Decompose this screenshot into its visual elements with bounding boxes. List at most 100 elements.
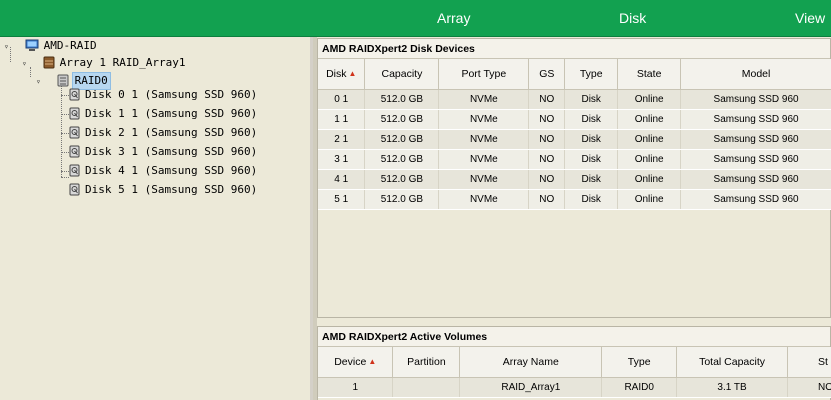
cell-gs: NO (528, 169, 566, 190)
table-row[interactable]: 4 1 512.0 GB NVMe NO Disk Online Samsung… (318, 169, 831, 190)
cell-model: Samsung SSD 960 (680, 89, 831, 110)
tree-node-disk[interactable]: Disk 5 1 (Samsung SSD 960) (69, 181, 259, 199)
sort-asc-icon: ▲ (368, 356, 377, 366)
tree-node-disk[interactable]: Disk 1 1 (Samsung SSD 960) (69, 105, 259, 123)
table-row[interactable]: 0 1 512.0 GB NVMe NO Disk Online Samsung… (318, 89, 831, 110)
collapse-icon[interactable]: ▿ (36, 77, 45, 86)
tree-disk-label: Disk 5 1 (Samsung SSD 960) (85, 183, 258, 196)
cell-state: Online (617, 89, 682, 110)
tree-connector (61, 152, 69, 153)
tree-node-root[interactable]: ▿ AMD-RAID (4, 37, 99, 55)
menu-view[interactable]: View (795, 0, 825, 37)
cell-type: Disk (564, 89, 619, 110)
column-header-label: Disk (326, 67, 347, 80)
cell-gs: NO (528, 109, 566, 130)
cell-type: Disk (564, 129, 619, 150)
column-header-array-name[interactable]: Array Name (459, 347, 603, 378)
cell-state: Online (617, 129, 682, 150)
cell-capacity: 512.0 GB (364, 109, 440, 130)
disk-devices-panel: AMD RAIDXpert2 Disk Devices Disk ▲ Capaci… (317, 38, 831, 318)
cell-model: Samsung SSD 960 (680, 189, 831, 210)
table-row[interactable]: 3 1 512.0 GB NVMe NO Disk Online Samsung… (318, 149, 831, 170)
tree-node-array[interactable]: ▿ Array 1 RAID_Array1 (22, 54, 187, 72)
cell-type: Disk (564, 169, 619, 190)
tree-root-label: AMD-RAID (43, 39, 97, 52)
column-header-partition[interactable]: Partition (392, 347, 461, 378)
tree-connector (61, 171, 69, 172)
column-header-type[interactable]: Type (564, 59, 619, 90)
cell-total-capacity: 3.1 TB (676, 377, 788, 398)
column-header-label: Device (334, 355, 367, 368)
table-header-row: Disk ▲ Capacity Port Type GS Type State M… (318, 59, 831, 90)
column-header-gs[interactable]: GS (528, 59, 566, 90)
cell-type: Disk (564, 109, 619, 130)
disk-devices-title: AMD RAIDXpert2 Disk Devices (318, 39, 830, 59)
tree-disk-label: Disk 1 1 (Samsung SSD 960) (85, 107, 258, 120)
table-header-row: Device ▲ Partition Array Name Type Total … (318, 347, 831, 378)
disk-devices-table: Disk ▲ Capacity Port Type GS Type State M… (318, 59, 831, 210)
top-menu-bar: Array Disk View (0, 0, 831, 37)
column-header-capacity[interactable]: Capacity (364, 59, 440, 90)
tree-disk-label: Disk 4 1 (Samsung SSD 960) (85, 164, 258, 177)
cell-gs: NO (528, 129, 566, 150)
cell-disk: 4 1 (318, 169, 366, 190)
cell-model: Samsung SSD 960 (680, 109, 831, 130)
raid-volume-icon (57, 74, 69, 93)
cell-port-type: NVMe (438, 149, 530, 170)
cell-device: 1 (318, 377, 394, 398)
tree-connector (61, 114, 69, 115)
cell-capacity: 512.0 GB (364, 129, 440, 150)
tree-disk-label: Disk 3 1 (Samsung SSD 960) (85, 145, 258, 158)
cell-port-type: NVMe (438, 189, 530, 210)
tree-node-disk[interactable]: Disk 3 1 (Samsung SSD 960) (69, 143, 259, 161)
sort-asc-icon: ▲ (348, 68, 357, 78)
table-row[interactable]: 5 1 512.0 GB NVMe NO Disk Online Samsung… (318, 189, 831, 210)
column-header-total-capacity[interactable]: Total Capacity (676, 347, 788, 378)
active-volumes-title: AMD RAIDXpert2 Active Volumes (318, 327, 830, 347)
cell-array-name: RAID_Array1 (459, 377, 603, 398)
cell-state: Online (617, 169, 682, 190)
table-row[interactable]: 2 1 512.0 GB NVMe NO Disk Online Samsung… (318, 129, 831, 150)
column-header-port-type[interactable]: Port Type (438, 59, 530, 90)
cell-partition (392, 377, 461, 398)
cell-capacity: 512.0 GB (364, 189, 440, 210)
cell-disk: 1 1 (318, 109, 366, 130)
cell-gs: NO (528, 189, 566, 210)
menu-disk[interactable]: Disk (619, 0, 646, 37)
cell-disk: 3 1 (318, 149, 366, 170)
hard-disk-icon (69, 183, 80, 202)
column-header-status[interactable]: St (787, 347, 831, 378)
cell-state: Online (617, 109, 682, 130)
collapse-icon[interactable]: ▿ (4, 42, 13, 51)
menu-array[interactable]: Array (437, 0, 470, 37)
cell-port-type: NVMe (438, 109, 530, 130)
active-volumes-table: Device ▲ Partition Array Name Type Total … (318, 347, 831, 398)
table-row[interactable]: 1 1 512.0 GB NVMe NO Disk Online Samsung… (318, 109, 831, 130)
column-header-model[interactable]: Model (680, 59, 831, 90)
tree-node-disk[interactable]: Disk 4 1 (Samsung SSD 960) (69, 162, 259, 180)
table-row[interactable]: 1 RAID_Array1 RAID0 3.1 TB NOR (318, 377, 831, 398)
cell-state: Online (617, 189, 682, 210)
cell-type: Disk (564, 149, 619, 170)
collapse-icon[interactable]: ▿ (22, 59, 31, 68)
tree-node-disk[interactable]: Disk 2 1 (Samsung SSD 960) (69, 124, 259, 142)
column-header-disk[interactable]: Disk ▲ (318, 59, 366, 90)
column-header-device[interactable]: Device ▲ (318, 347, 394, 378)
tree-node-disk[interactable]: Disk 0 1 (Samsung SSD 960) (69, 86, 259, 104)
column-header-state[interactable]: State (617, 59, 682, 90)
tree-disk-label: Disk 2 1 (Samsung SSD 960) (85, 126, 258, 139)
tree-connector (61, 177, 69, 178)
cell-status: NOR (787, 377, 831, 398)
cell-model: Samsung SSD 960 (680, 169, 831, 190)
column-header-type[interactable]: Type (601, 347, 678, 378)
device-tree-pane: ▿ AMD-RAID ▿ Array 1 RAID_Array1 ▿ RAID0… (0, 37, 313, 400)
cell-state: Online (617, 149, 682, 170)
cell-port-type: NVMe (438, 89, 530, 110)
tree-connector (61, 95, 69, 96)
cell-gs: NO (528, 89, 566, 110)
cell-disk: 0 1 (318, 89, 366, 110)
cell-type: Disk (564, 189, 619, 210)
cell-model: Samsung SSD 960 (680, 149, 831, 170)
cell-disk: 2 1 (318, 129, 366, 150)
cell-capacity: 512.0 GB (364, 169, 440, 190)
